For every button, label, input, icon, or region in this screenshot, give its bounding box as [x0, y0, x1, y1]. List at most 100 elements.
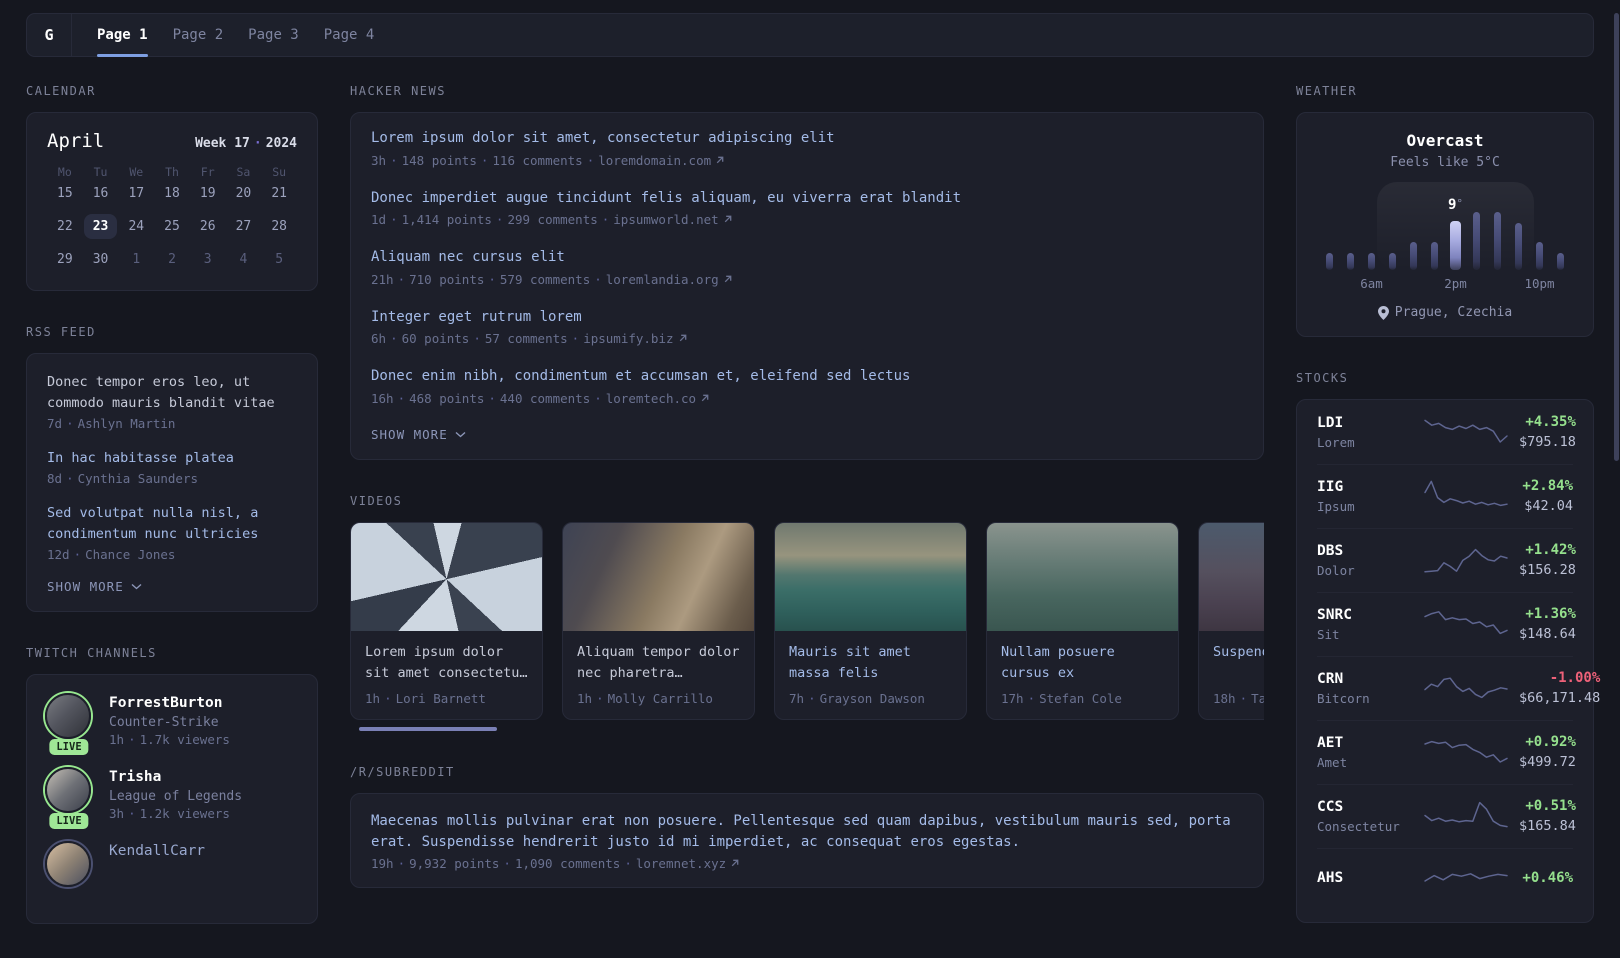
twitch-channel-name[interactable]: ForrestBurton — [109, 693, 230, 713]
page-tab[interactable]: Page 1 — [97, 14, 148, 57]
app-logo[interactable]: G — [27, 14, 72, 56]
calendar-widget-title: CALENDAR — [26, 84, 96, 98]
stock-id: AHS — [1317, 870, 1413, 890]
rss-item-meta: 12d · Chance Jones — [47, 546, 176, 562]
stock-name: Sit — [1317, 626, 1340, 642]
weather-hour-bar — [1410, 242, 1417, 270]
stock-change-percent: +1.42% — [1525, 542, 1576, 558]
videos-widget: VIDEOS Lorem ipsum dolor sit amet consec… — [350, 494, 1264, 731]
stock-row[interactable]: CRN Bitcorn -1.00% $66,171.48 — [1317, 656, 1600, 720]
avatar — [45, 766, 91, 813]
twitch-channel-name[interactable]: Trisha — [109, 767, 242, 787]
hackernews-item-title[interactable]: Aliquam nec cursus elit — [371, 248, 1243, 268]
video-title[interactable]: Aliquam tempor dolor nec pharetra… — [577, 642, 740, 684]
stock-name: Bitcorn — [1317, 690, 1370, 706]
stock-price: $165.84 — [1519, 818, 1576, 834]
video-thumbnail[interactable] — [775, 522, 966, 631]
video-thumbnail[interactable] — [351, 522, 542, 631]
video-card[interactable]: Aliquam tempor dolor nec pharetra… 1h · Mo… — [562, 521, 755, 720]
stock-row[interactable]: SNRC Sit +1.36% $148.64 — [1317, 592, 1576, 656]
calendar-date: 4 — [239, 252, 248, 267]
page-tab[interactable]: Page 2 — [173, 14, 224, 56]
twitch-channel-info: Trisha League of Legends 3h · 1.2k viewers — [109, 767, 242, 821]
stock-id: IIG Ipsum — [1317, 479, 1413, 514]
hackernews-item-title[interactable]: Lorem ipsum dolor sit amet, consectetur … — [371, 129, 1243, 149]
page-tab-label: Page 4 — [323, 27, 375, 43]
hackernews-widget-title: HACKER NEWS — [350, 84, 446, 98]
weather-location[interactable]: Prague, Czechia — [1319, 305, 1571, 320]
weather-hour-bar — [1473, 212, 1480, 270]
video-thumbnail[interactable] — [1199, 522, 1264, 631]
rss-show-more-button[interactable]: SHOW MORE — [47, 579, 142, 594]
external-link-icon — [724, 215, 731, 223]
twitch-widget-title: TWITCH CHANNELS — [26, 645, 157, 660]
videos-scrollbar-thumb[interactable] — [359, 726, 497, 731]
stock-sparkline-chart — [1423, 413, 1509, 451]
video-card[interactable]: Lorem ipsum dolor sit amet consectetu… 1… — [350, 521, 543, 720]
stock-values: -1.00% $66,171.48 — [1519, 670, 1600, 706]
video-thumbnail[interactable] — [987, 522, 1178, 631]
external-link-icon — [731, 859, 739, 867]
stock-sparkline-chart — [1423, 669, 1509, 707]
stock-row[interactable]: AET Amet +0.92% $499.72 — [1317, 720, 1576, 784]
page-scrollbar-thumb[interactable] — [1614, 13, 1619, 461]
video-card-body: Nullam posuere cursus ex 17h · Stefan Cole — [987, 631, 1178, 719]
video-meta: 1h · Molly Carrillo — [577, 690, 713, 706]
video-card[interactable]: Nullam posuere cursus ex 17h · Stefan Cole — [986, 521, 1179, 720]
stock-row[interactable]: AHS +0.46% — [1317, 848, 1573, 912]
hackernews-show-more-button[interactable]: SHOW MORE — [371, 427, 466, 442]
rss-item-title[interactable]: In hac habitasse platea — [47, 448, 297, 469]
page-tab[interactable]: Page 3 — [248, 14, 299, 56]
stock-row[interactable]: DBS Dolor +1.42% $156.28 — [1317, 528, 1576, 592]
stock-values: +0.92% $499.72 — [1519, 734, 1576, 770]
avatar — [45, 692, 91, 739]
calendar-date: 27 — [235, 219, 252, 234]
twitch-channel-name[interactable]: KendallCarr — [109, 841, 205, 861]
video-title[interactable]: Mauris sit amet massa felis — [789, 642, 952, 684]
hackernews-item: Donec enim nibh, condimentum et accumsan… — [371, 367, 1243, 406]
stock-price: $66,171.48 — [1519, 690, 1601, 706]
page-tab[interactable]: Page 4 — [324, 14, 375, 56]
stock-price: $499.72 — [1519, 754, 1576, 770]
hackernews-item: Donec imperdiet augue tincidunt felis al… — [371, 189, 1243, 228]
video-card-body: Suspendisse diam 18h·Tara — [1199, 631, 1264, 719]
twitch-channel[interactable]: LIVE ForrestBurton Counter-Strike 1h · 1.7… — [45, 692, 299, 755]
location-pin-icon — [1377, 305, 1389, 320]
hackernews-item-meta: 6h · 60 points · 57 comments · ipsumify.biz — [371, 331, 1243, 346]
twitch-card: LIVE ForrestBurton Counter-Strike 1h · 1.7… — [26, 673, 318, 925]
video-meta: 17h · Stefan Cole — [1001, 690, 1122, 706]
stock-row[interactable]: CCS Consectetur +0.51% $165.84 — [1317, 784, 1576, 848]
twitch-channel-meta: 3h · 1.2k viewers — [109, 806, 230, 822]
video-card[interactable]: Mauris sit amet massa felis 7h · Grayson D… — [774, 521, 967, 720]
hackernews-item-title[interactable]: Integer eget rutrum lorem — [371, 308, 1243, 328]
twitch-avatar: LIVE — [45, 766, 93, 830]
video-card[interactable]: Suspendisse diam 18h·Tara — [1198, 521, 1264, 720]
videos-scrollbar-track[interactable] — [350, 726, 1264, 731]
rss-item-title[interactable]: Donec tempor eros leo, ut commodo mauris… — [47, 372, 297, 414]
rss-items-list: Donec tempor eros leo, ut commodo mauris… — [47, 372, 297, 562]
hackernews-item-title[interactable]: Donec enim nibh, condimentum et accumsan… — [371, 367, 1243, 387]
external-link-icon — [716, 156, 724, 163]
video-thumbnail[interactable] — [563, 522, 754, 631]
video-title[interactable]: Lorem ipsum dolor sit amet consectetu… — [365, 642, 528, 684]
show-more-label: SHOW MORE — [47, 578, 124, 594]
calendar-date: 19 — [199, 186, 216, 201]
twitch-channel[interactable]: KendallCarr — [45, 841, 299, 888]
stock-row[interactable]: LDI Lorem +4.35% $795.18 — [1317, 401, 1576, 464]
weather-hour-bar — [1347, 253, 1354, 270]
subreddit-post-title[interactable]: Maecenas mollis pulvinar erat non posuer… — [371, 811, 1243, 853]
stock-symbol: DBS — [1317, 542, 1344, 559]
stock-values: +4.35% $795.18 — [1519, 414, 1576, 450]
stock-sparkline-chart — [1423, 605, 1509, 643]
rss-item-title[interactable]: Sed volutpat nulla nisl, a condimentum n… — [47, 503, 297, 545]
subreddit-post-meta: 19h · 9,932 points · 1,090 comments · loremnet… — [371, 856, 1243, 871]
video-title[interactable]: Nullam posuere cursus ex — [1001, 642, 1164, 684]
stock-row[interactable]: IIG Ipsum +2.84% $42.04 — [1317, 464, 1573, 528]
rss-item-meta: 8d · Cynthia Saunders — [47, 470, 199, 486]
twitch-channel[interactable]: LIVE Trisha League of Legends 3h · 1.2k vi… — [45, 766, 299, 830]
calendar-day-header: We — [129, 165, 144, 179]
hackernews-item-title[interactable]: Donec imperdiet augue tincidunt felis al… — [371, 189, 1243, 209]
video-title[interactable]: Suspendisse diam — [1213, 642, 1264, 684]
calendar-date: 29 — [57, 252, 73, 267]
rss-item: Sed volutpat nulla nisl, a condimentum n… — [47, 503, 297, 562]
